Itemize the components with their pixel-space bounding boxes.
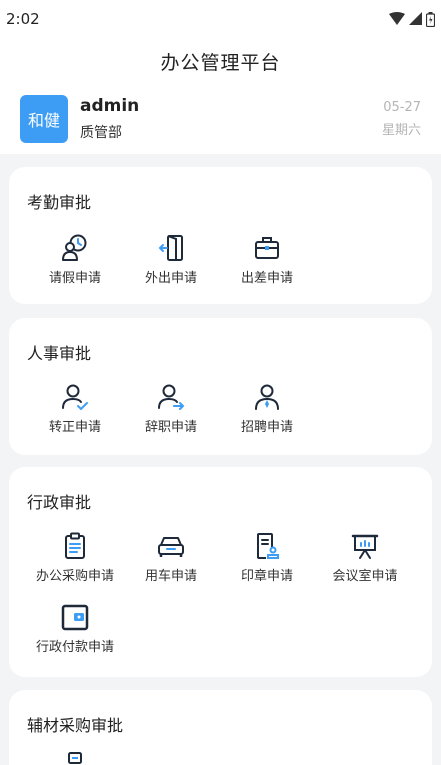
menu-item-auxiliary-purchase[interactable] [25,750,125,765]
status-bar: 2:02 [0,0,441,38]
date-text: 05-27 [383,100,421,115]
user-bar: 和健 admin 质管部 05-27 星期六 [0,84,441,154]
menu-item-recruitment[interactable]: 招聘申请 [217,382,317,435]
status-time: 2:02 [6,10,40,28]
date-info: 05-27 星期六 [382,100,421,138]
menu-item-label: 会议室申请 [332,569,398,584]
menu-item-label: 外出申请 [144,271,197,286]
menu-item-admin-payment[interactable]: 行政付款申请 [25,602,125,655]
car-icon [156,531,186,561]
wallet-icon [60,602,90,632]
status-icons [389,11,435,27]
section-title: 考勤审批 [27,193,92,212]
page-title: 办公管理平台 [160,51,281,74]
battery-icon [426,11,435,27]
section-auxiliary-purchase: 辅材采购审批 [9,690,432,765]
user-leave-icon [156,382,186,412]
menu-item-meeting-room[interactable]: 会议室申请 [315,531,415,584]
section-title: 人事审批 [27,344,92,363]
menu-item-label: 辞职申请 [144,420,197,435]
door-exit-icon [156,233,186,263]
section-attendance: 考勤审批 请假申请 外出申请 出差申请 [9,167,432,304]
menu-item-label: 请假申请 [48,271,101,286]
user-name: admin [80,96,140,116]
menu-item-seal[interactable]: 印章申请 [217,531,317,584]
user-info: admin 质管部 [80,96,382,142]
menu-item-label: 出差申请 [240,271,293,286]
clipboard-icon [60,531,90,561]
section-administration: 行政审批 办公采购申请 用车申请 印章申请 会议室申请 行政付款申请 [9,467,432,677]
weekday-text: 星期六 [381,123,421,138]
avatar-text: 和健 [27,111,60,130]
section-title: 辅材采购审批 [27,716,124,735]
signal-icon [409,12,422,25]
menu-item-label: 办公采购申请 [35,569,114,584]
purchase-icon [60,750,90,765]
menu-item-label: 行政付款申请 [35,640,114,655]
menu-item-label: 招聘申请 [240,420,293,435]
seal-document-icon [252,531,282,561]
briefcase-icon [252,233,282,263]
leave-clock-icon [60,233,90,263]
menu-item-leave[interactable]: 请假申请 [25,233,125,286]
avatar: 和健 [20,95,68,143]
menu-item-label: 印章申请 [240,569,293,584]
menu-item-label: 用车申请 [144,569,197,584]
section-title: 行政审批 [27,493,92,512]
section-personnel: 人事审批 转正申请 辞职申请 招聘申请 [9,318,432,455]
wifi-icon [389,12,405,25]
menu-item-vehicle[interactable]: 用车申请 [121,531,221,584]
menu-item-office-purchase[interactable]: 办公采购申请 [25,531,125,584]
title-bar: 办公管理平台 [0,38,441,84]
user-department: 质管部 [80,125,122,141]
user-check-icon [60,382,90,412]
menu-item-regularization[interactable]: 转正申请 [25,382,125,435]
user-tie-icon [252,382,282,412]
menu-item-go-out[interactable]: 外出申请 [121,233,221,286]
menu-item-label: 转正申请 [48,420,101,435]
presentation-icon [350,531,380,561]
menu-item-business-trip[interactable]: 出差申请 [217,233,317,286]
menu-item-resignation[interactable]: 辞职申请 [121,382,221,435]
